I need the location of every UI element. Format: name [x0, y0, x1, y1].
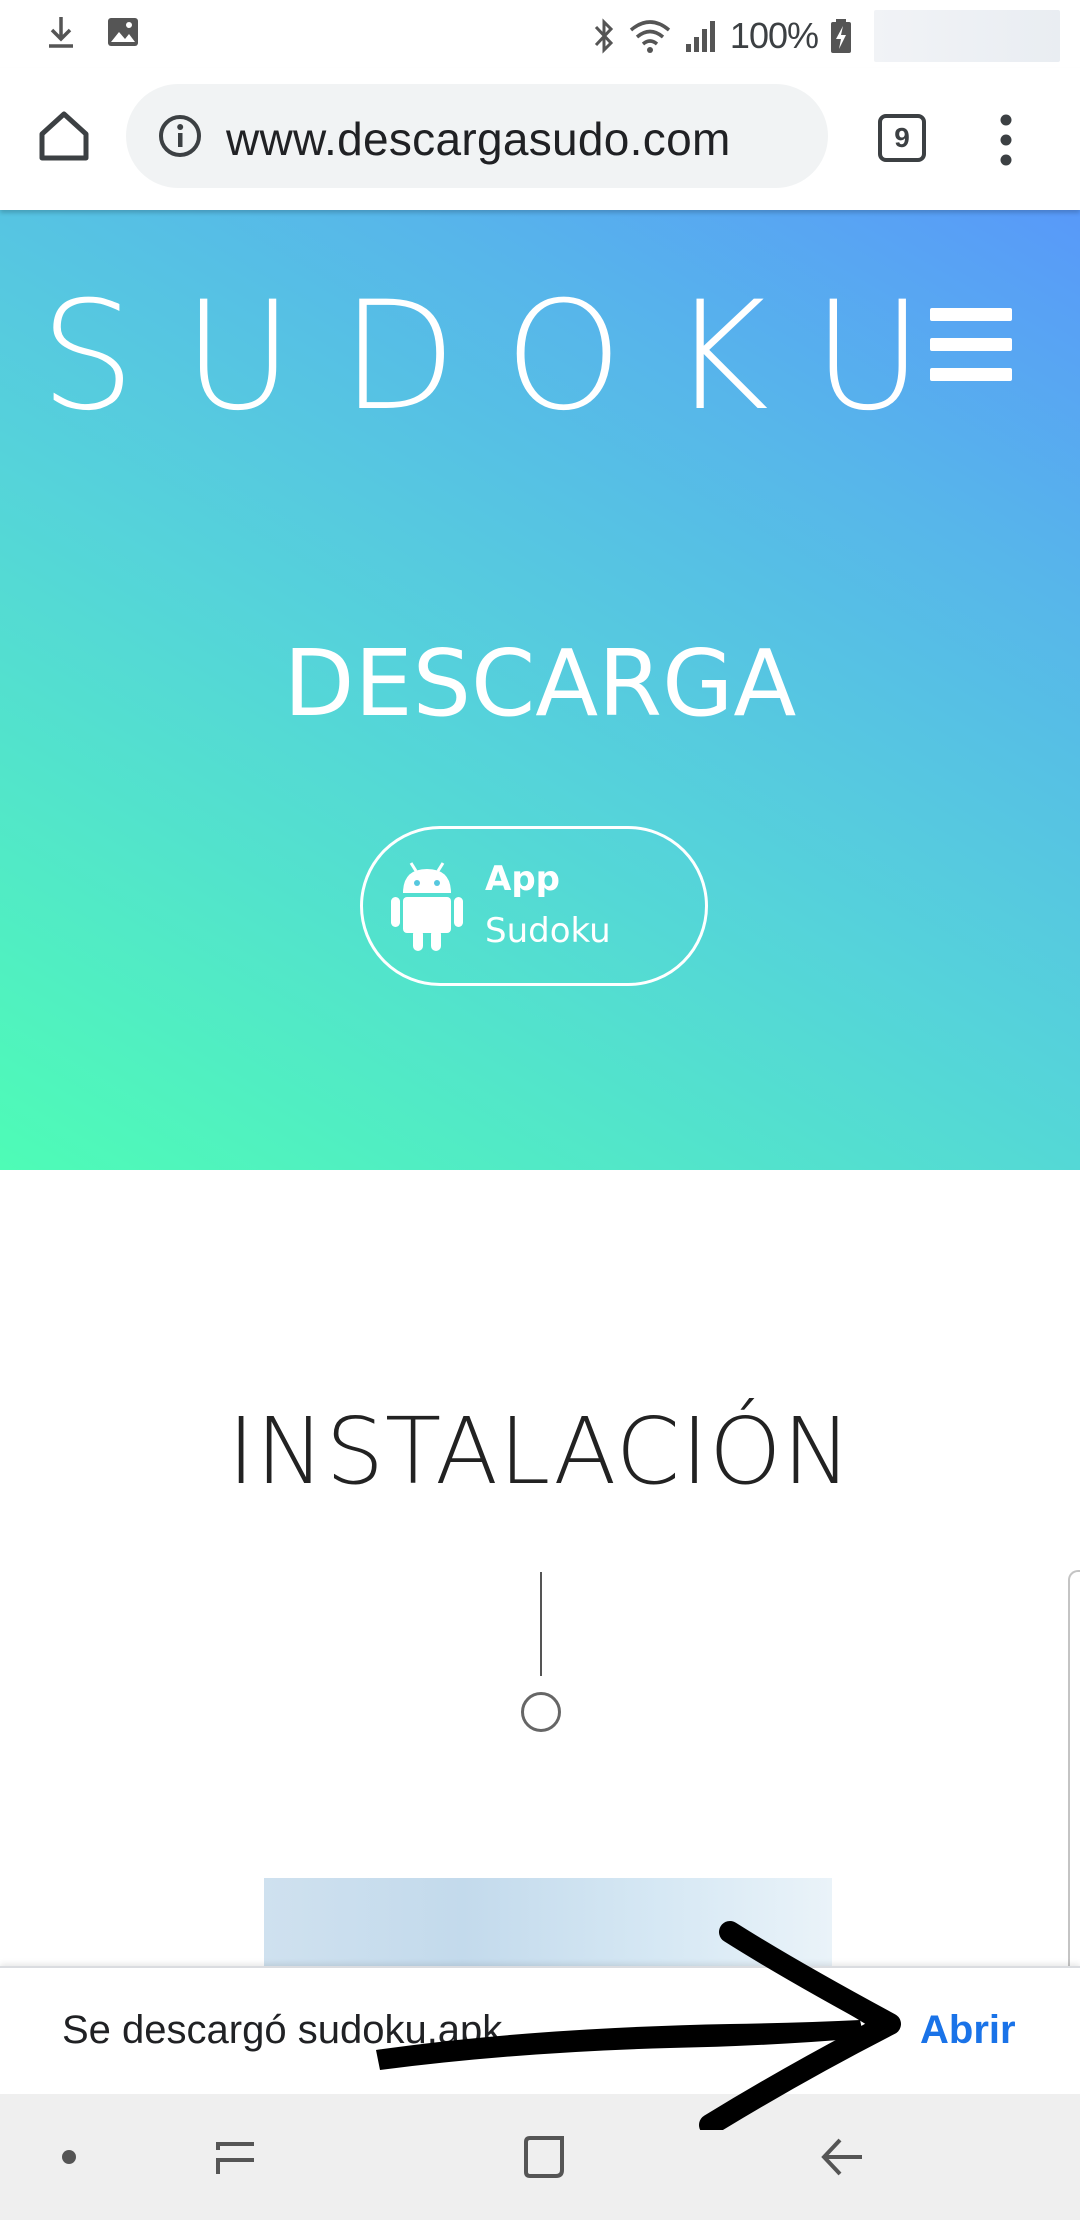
url-text[interactable]: www.descargasudo.com [226, 112, 731, 166]
status-bar-notifications [46, 14, 140, 50]
home-icon[interactable] [34, 106, 94, 166]
more-icon[interactable] [988, 110, 1024, 170]
image-icon [108, 18, 138, 46]
tab-count: 9 [894, 122, 910, 153]
back-arrow-icon[interactable] [816, 2130, 870, 2184]
hamburger-menu-icon[interactable] [930, 308, 1012, 381]
edge-panel-handle[interactable] [1068, 1570, 1080, 1990]
status-bar-system: 100% [592, 10, 1060, 62]
status-bar: 100% [0, 0, 1080, 68]
battery-icon [831, 19, 851, 53]
wifi-icon [629, 20, 671, 53]
download-heading: DESCARGA [283, 630, 797, 737]
app-button-line2: Sudoku [485, 911, 611, 951]
app-download-button[interactable]: App Sudoku [360, 826, 708, 986]
download-icon [49, 17, 73, 48]
bluetooth-icon [594, 18, 614, 54]
dot-icon[interactable] [62, 2150, 76, 2164]
info-icon[interactable] [158, 114, 202, 158]
tabs-icon[interactable]: 9 [878, 114, 926, 162]
site-logo[interactable]: SUDOKU [40, 270, 971, 444]
content-section: INSTALACIÓN [0, 1170, 1080, 1990]
annotation-arrow [376, 1921, 901, 2130]
timeline-line [540, 1572, 542, 1676]
signal-icon [685, 21, 715, 52]
app-button-line1: App [485, 859, 560, 899]
home-square-icon[interactable] [518, 2130, 572, 2184]
timeline-dot [521, 1692, 561, 1732]
recent-apps-icon[interactable] [210, 2130, 264, 2184]
android-icon [391, 862, 463, 951]
redacted-area [874, 10, 1060, 62]
browser-toolbar: www.descargasudo.com 9 [0, 68, 1080, 210]
address-bar[interactable]: www.descargasudo.com [126, 84, 828, 188]
installation-heading: INSTALACIÓN [227, 1398, 853, 1505]
battery-percent: 100% [729, 15, 819, 56]
hero-section: SUDOKU DESCARGA App Sudoku [0, 210, 1080, 1170]
open-button[interactable]: Abrir [920, 2008, 1016, 2053]
